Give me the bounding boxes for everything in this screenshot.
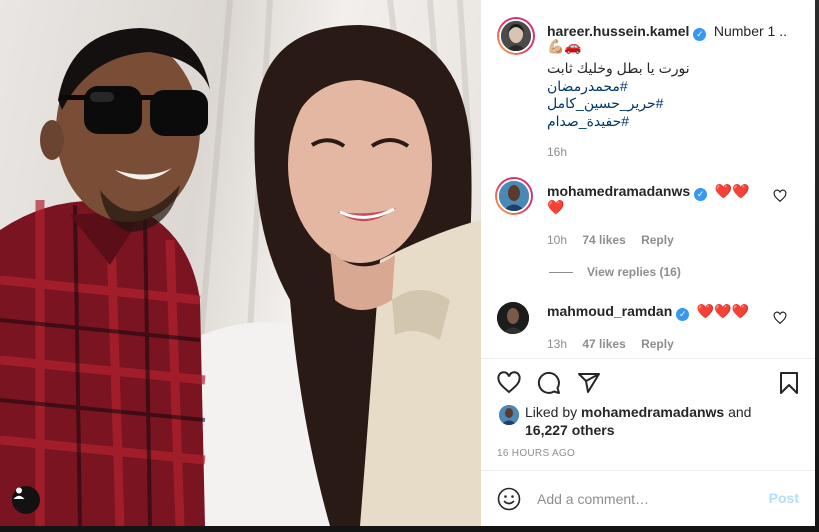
post-details-panel: hareer.hussein.kamel ✓ Number 1 .. 💪🏼🚗 نو… [481, 0, 815, 526]
replies-line [549, 272, 573, 273]
add-comment-form: Post [481, 470, 815, 526]
comment-meta: 13h 47 likes Reply [547, 337, 674, 351]
like-comment-heart-icon[interactable] [773, 189, 787, 203]
comment-time[interactable]: 10h [547, 233, 567, 247]
comment-text: ❤️❤️ [714, 183, 750, 199]
verified-badge-icon: ✓ [693, 28, 707, 41]
view-replies-button[interactable]: View replies (16) [587, 265, 681, 279]
caption-emoji: 💪🏼🚗 [547, 38, 582, 54]
like-heart-icon[interactable] [497, 371, 521, 395]
comment-text: ❤️❤️❤️ [696, 303, 749, 319]
share-send-icon[interactable] [577, 371, 601, 395]
comment-bubble-icon[interactable] [537, 371, 561, 395]
tagged-users-button[interactable] [12, 486, 40, 514]
emoji-icon[interactable] [497, 487, 521, 511]
comment-username[interactable]: mahmoud_ramdan [547, 303, 672, 319]
likes-others-count[interactable]: 16,227 others [525, 422, 615, 438]
commenter-avatar[interactable] [497, 302, 529, 334]
caption-arabic-line: نورت يا بطل وخليك ثابت [547, 60, 690, 76]
author-username[interactable]: hareer.hussein.kamel [547, 23, 689, 39]
comment-username[interactable]: mohamedramadanws [547, 183, 690, 199]
hashtag-link[interactable]: #محمدرمضان [547, 78, 628, 95]
liker-avatar[interactable] [499, 405, 519, 425]
comment-input[interactable] [537, 489, 757, 509]
save-bookmark-icon[interactable] [777, 371, 801, 395]
likes-text: Liked by mohamedramadanws and 16,227 oth… [525, 403, 785, 439]
hashtag-link[interactable]: #حرير_حسين_كامل [547, 95, 663, 112]
post-photo[interactable] [0, 0, 481, 526]
liker-username[interactable]: mohamedramadanws [581, 404, 724, 420]
comment-1: mohamedramadanws ✓ ❤️❤️ [547, 182, 777, 201]
reply-button[interactable]: Reply [641, 233, 674, 247]
commenter-avatar-image [499, 181, 529, 211]
caption-time[interactable]: 16h [547, 145, 567, 159]
reply-button[interactable]: Reply [641, 337, 674, 351]
comment-text-cont: ❤️ [547, 199, 565, 215]
comment-2: mahmoud_ramdan ✓ ❤️❤️❤️ [547, 303, 777, 321]
like-comment-heart-icon[interactable] [773, 311, 787, 325]
commenter-avatar-image [497, 302, 529, 334]
verified-badge-icon: ✓ [694, 188, 708, 201]
liked-by-label: Liked by [525, 404, 578, 420]
action-bar [481, 359, 815, 407]
caption-header: hareer.hussein.kamel ✓ Number 1 .. [547, 23, 807, 41]
comment-time[interactable]: 13h [547, 337, 567, 351]
author-avatar[interactable] [497, 17, 535, 55]
commenter-avatar[interactable] [495, 177, 533, 215]
post-timestamp[interactable]: 16 HOURS AGO [497, 448, 575, 459]
comments-list[interactable]: hareer.hussein.kamel ✓ Number 1 .. 💪🏼🚗 نو… [481, 0, 815, 358]
comment-likes[interactable]: 47 likes [582, 337, 625, 351]
photo-illustration [0, 0, 481, 526]
author-avatar-image [501, 21, 531, 51]
comment-likes[interactable]: 74 likes [582, 233, 625, 247]
verified-badge-icon: ✓ [676, 308, 690, 321]
post-comment-button[interactable]: Post [769, 490, 799, 506]
user-icon [13, 487, 25, 499]
liker-avatar-image [499, 405, 519, 425]
likes-and: and [728, 404, 752, 420]
comment-meta: 10h 74 likes Reply [547, 233, 674, 247]
hashtag-link[interactable]: #حفيدة_صدام [547, 113, 629, 130]
caption-text: Number 1 .. [713, 23, 788, 39]
